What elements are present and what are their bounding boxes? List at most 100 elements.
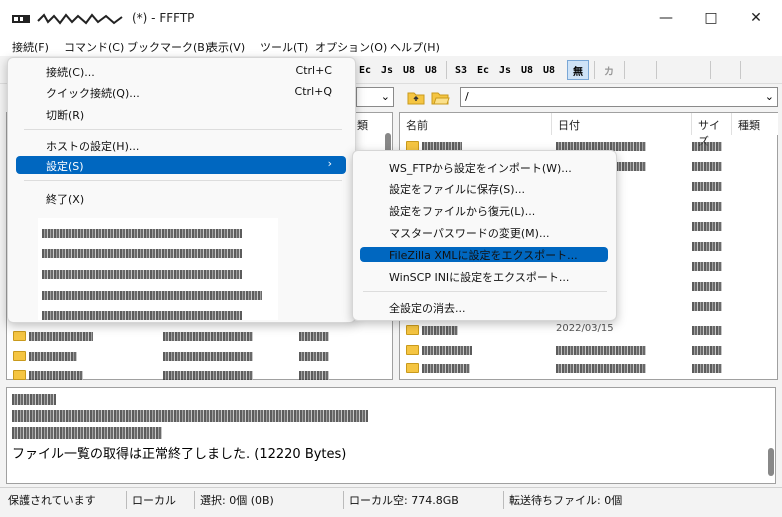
toolbar-separator: [656, 61, 657, 79]
toolbar-separator: [446, 61, 447, 79]
remote-col-date[interactable]: 日付: [552, 113, 692, 135]
table-row[interactable]: [406, 361, 470, 379]
log-last-line: ファイル一覧の取得は正常終了しました. (12220 Bytes): [12, 447, 347, 462]
status-mode: ローカル: [132, 494, 176, 507]
menu-item-quick-connect[interactable]: クイック接続(Q)... Ctrl+Q: [16, 81, 346, 103]
log-panel[interactable]: ファイル一覧の取得は正常終了しました. (12220 Bytes): [6, 387, 776, 484]
toolbar-remote-jis-button[interactable]: Js: [496, 60, 514, 80]
table-row[interactable]: [406, 343, 472, 361]
menu-separator: [363, 291, 607, 292]
close-button[interactable]: ✕: [734, 0, 778, 36]
toolbar-remote-sjis-button[interactable]: S3: [452, 60, 470, 80]
menu-view[interactable]: 表示(V): [205, 38, 247, 56]
menu-item-label: 接続(C)...: [46, 66, 95, 79]
menu-bookmark[interactable]: ブックマーク(B): [125, 38, 211, 56]
toolbar-remote-utf8bom-button[interactable]: U8: [540, 60, 558, 80]
list-item-type: [299, 349, 329, 367]
local-path-combobox[interactable]: ⌄: [356, 87, 394, 107]
maximize-button[interactable]: □: [689, 0, 733, 36]
file-menu-dropdown: 接続(C)... Ctrl+C クイック接続(Q)... Ctrl+Q 切断(R…: [7, 57, 356, 323]
row-size: [692, 361, 722, 379]
row-size: [692, 299, 722, 317]
toolbar-separator: [710, 61, 711, 79]
list-item-date: [163, 329, 253, 347]
menu-item-host-settings[interactable]: ホストの設定(H)...: [16, 134, 346, 156]
log-line: [12, 425, 162, 440]
status-separator: [343, 491, 344, 509]
row-size: [692, 343, 722, 361]
menu-item-label: 終了(X): [46, 193, 85, 206]
remote-col-name[interactable]: 名前: [400, 113, 552, 135]
minimize-button[interactable]: —: [644, 0, 688, 36]
remote-col-type[interactable]: 種類: [732, 113, 778, 135]
menu-help[interactable]: ヘルプ(H): [388, 38, 442, 56]
recent-host-item[interactable]: [42, 288, 262, 301]
list-item-type: [299, 368, 329, 386]
menu-item-connect[interactable]: 接続(C)... Ctrl+C: [16, 60, 346, 82]
menu-tools[interactable]: ツール(T): [258, 38, 310, 56]
toolbar-kanji-jis-button[interactable]: Js: [378, 60, 396, 80]
menu-item-shortcut: Ctrl+Q: [294, 85, 332, 98]
toolbar-kanji-utf8-button[interactable]: U8: [400, 60, 418, 80]
menu-command[interactable]: コマンド(C): [62, 38, 126, 56]
obscured-host-name: [37, 13, 123, 25]
list-item[interactable]: [13, 368, 83, 386]
remote-path-value: /: [465, 90, 469, 103]
title-bar: (*) - FFFTP — □ ✕: [0, 0, 782, 36]
recent-host-item[interactable]: [42, 267, 242, 280]
row-size: [692, 179, 722, 197]
submenu-restore-from-file[interactable]: 設定をファイルから復元(L)...: [360, 202, 608, 218]
list-item[interactable]: [13, 329, 93, 347]
log-scrollbar[interactable]: [767, 448, 775, 478]
status-protection: 保護されています: [8, 494, 96, 507]
menu-item-disconnect[interactable]: 切断(R): [16, 103, 346, 125]
status-separator: [194, 491, 195, 509]
toolbar-separator: [740, 61, 741, 79]
folder-icon: [13, 351, 26, 361]
folder-icon: [406, 345, 419, 355]
toolbar-remote-euc-button[interactable]: Ec: [474, 60, 492, 80]
ffftp-app-icon: [12, 15, 30, 23]
toolbar-no-convert-button[interactable]: 無: [567, 60, 589, 80]
open-folder-icon[interactable]: [430, 88, 450, 106]
menu-item-label: クイック接続(Q)...: [46, 87, 140, 100]
menu-bar: 接続(F) コマンド(C) ブックマーク(B) 表示(V) ツール(T) オプシ…: [0, 36, 782, 56]
list-item-date: [163, 349, 253, 367]
submenu-save-to-file[interactable]: 設定をファイルに保存(S)...: [360, 180, 608, 196]
menu-item-exit[interactable]: 終了(X): [16, 187, 346, 209]
recent-host-item[interactable]: [42, 308, 242, 321]
toolbar-kanji-euc-button[interactable]: Ec: [356, 60, 374, 80]
remote-col-size[interactable]: サイズ: [692, 113, 732, 148]
menu-item-label: ホストの設定(H)...: [46, 140, 140, 153]
toolbar-separator: [624, 61, 625, 79]
folder-icon: [13, 331, 26, 341]
folder-icon: [13, 370, 26, 380]
menu-item-settings[interactable]: 設定(S) ›: [16, 156, 346, 174]
recent-host-item[interactable]: [42, 226, 242, 239]
submenu-export-filezilla[interactable]: FileZilla XMLに設定をエクスポート...: [360, 247, 608, 262]
submenu-clear-all-settings[interactable]: 全設定の消去...: [360, 299, 608, 315]
menu-separator: [24, 129, 342, 130]
remote-path-combobox[interactable]: / ⌄: [460, 87, 778, 107]
recent-host-item[interactable]: [42, 246, 242, 259]
row-size: [692, 139, 722, 157]
row-date: 2022/03/15: [556, 323, 614, 334]
menu-file[interactable]: 接続(F): [10, 38, 51, 56]
submenu-arrow-icon: ›: [327, 157, 332, 170]
folder-icon: [406, 325, 419, 335]
row-size: [692, 219, 722, 237]
toolbar-remote-utf8-button[interactable]: U8: [518, 60, 536, 80]
toolbar-kanji-utf8bom-button[interactable]: U8: [422, 60, 440, 80]
submenu-change-master-password[interactable]: マスターパスワードの変更(M)...: [360, 224, 608, 240]
menu-options[interactable]: オプション(O): [313, 38, 389, 56]
parent-folder-icon[interactable]: [406, 88, 426, 106]
list-item[interactable]: [13, 349, 77, 367]
list-item-date: [163, 368, 253, 386]
submenu-export-winscp[interactable]: WinSCP INIに設定をエクスポート...: [360, 268, 608, 284]
chevron-down-icon: ⌄: [380, 90, 390, 103]
menu-item-shortcut: Ctrl+C: [295, 64, 332, 77]
submenu-import-wsftp[interactable]: WS_FTPから設定をインポート(W)...: [360, 159, 608, 175]
table-row[interactable]: [406, 323, 458, 341]
toolbar-kana-button[interactable]: カ: [600, 60, 618, 80]
toolbar-separator: [594, 61, 595, 79]
